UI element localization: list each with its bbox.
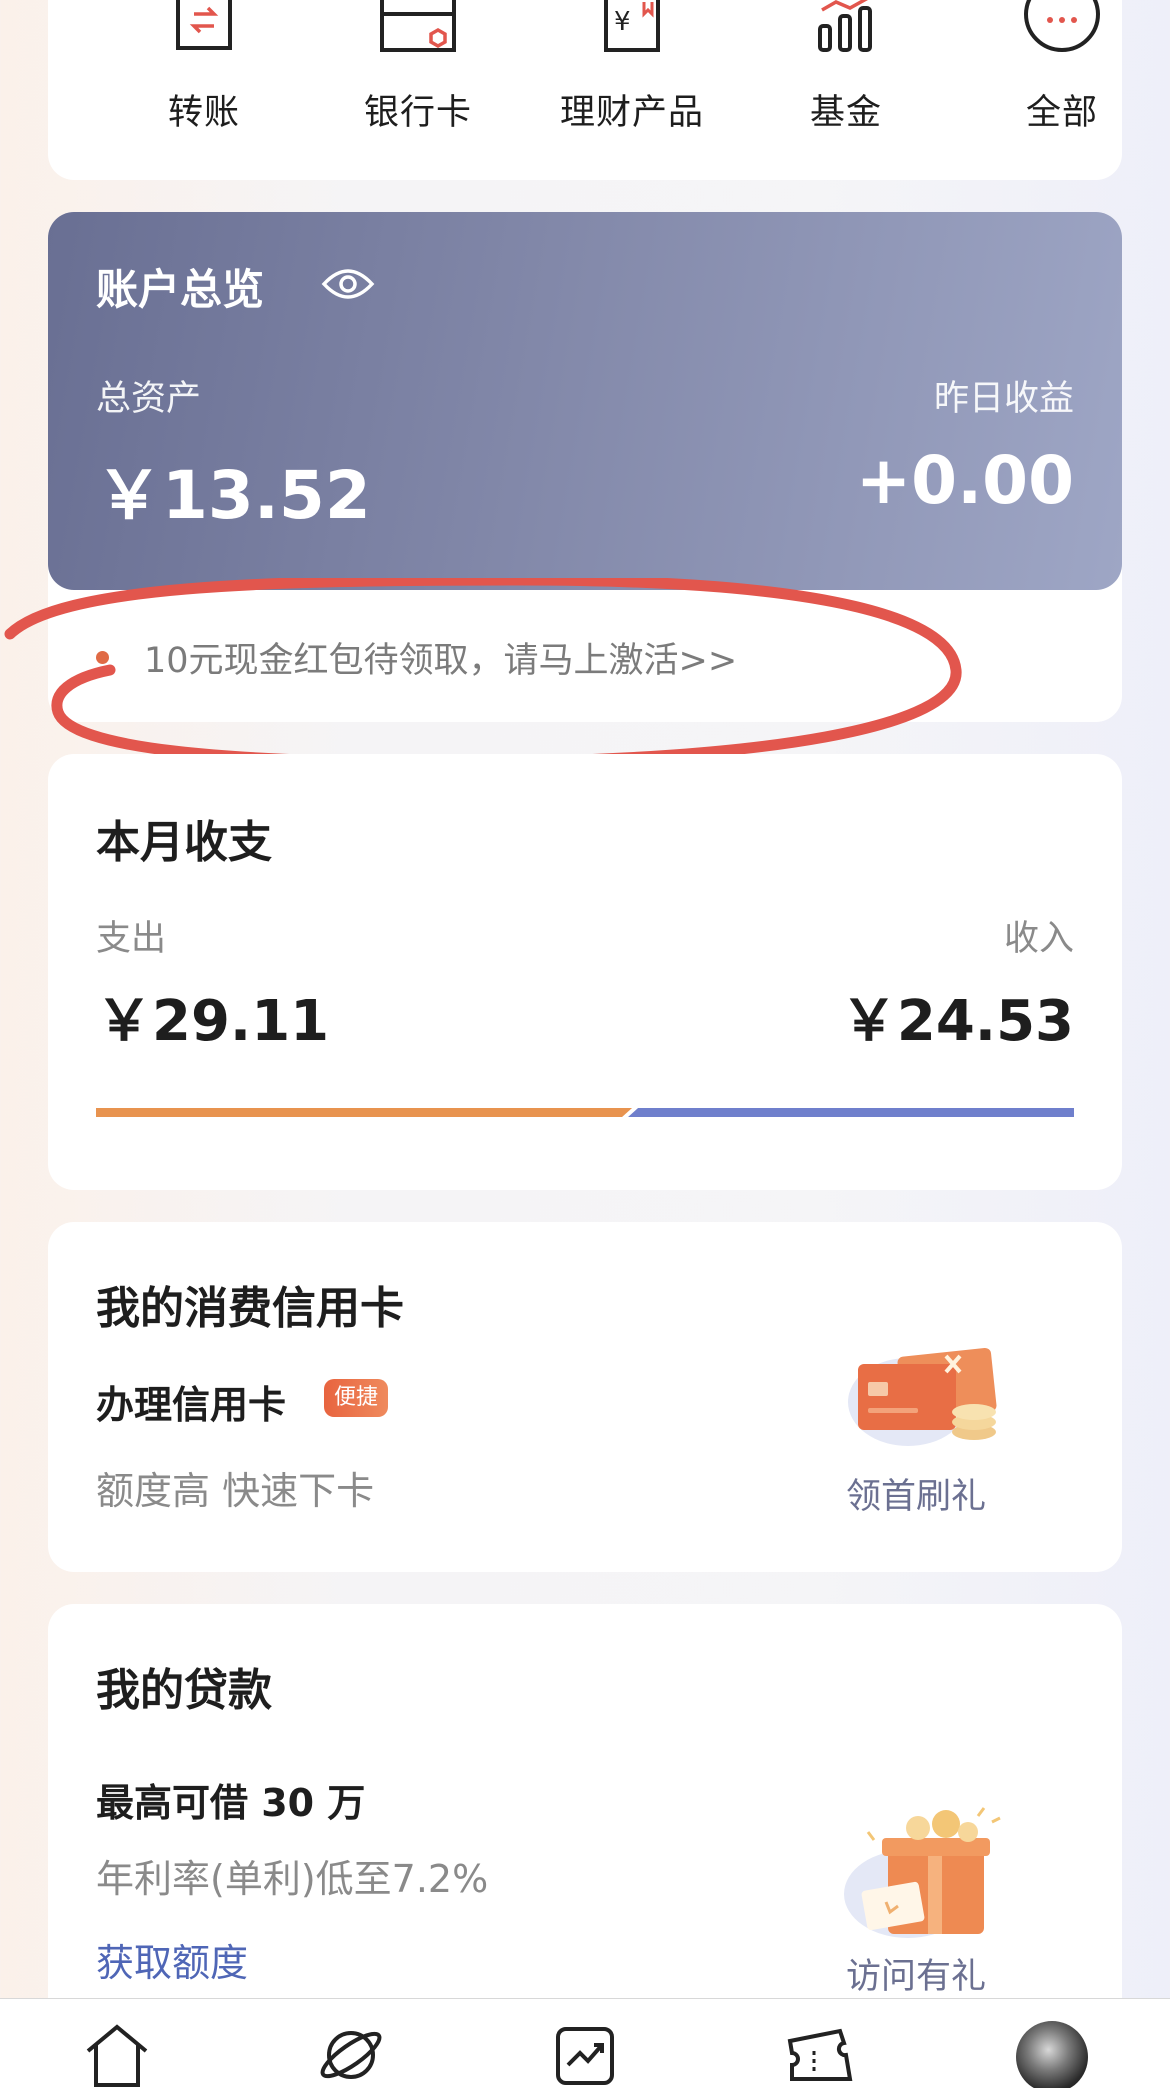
income-value: ￥24.53 [840,989,1074,1054]
home-icon[interactable] [82,2021,152,2087]
planet-icon[interactable] [316,2021,386,2087]
loan-rate: 年利率(单利)低至7.2% [96,1857,489,1901]
ticket-icon[interactable] [784,2021,854,2087]
total-assets-label: 总资产 [96,379,202,419]
svg-text:¥: ¥ [614,7,631,37]
quick-menu-all[interactable]: 全部 [982,0,1142,140]
monthly-summary-card[interactable]: 本月收支 支出 收入 ￥29.11 ￥24.53 [48,754,1122,1190]
max-loan-amount: 最高可借 30 万 [96,1781,366,1825]
more-icon [1024,0,1100,52]
loan-title: 我的贷款 [96,1665,272,1716]
bank-card-icon [380,0,456,52]
credit-card-title: 我的消费信用卡 [96,1283,404,1334]
quick-menu-wealth[interactable]: ¥ 理财产品 [552,0,712,140]
credit-card-section[interactable]: 我的消费信用卡 办理信用卡 便捷 额度高 快速下卡 领首刷礼 [48,1222,1122,1572]
quick-menu-bank-card[interactable]: 银行卡 [338,0,498,140]
eye-icon[interactable] [320,264,376,304]
bottom-navigation-bar [0,1998,1170,2088]
expense-value: ￥29.11 [96,989,330,1054]
convenient-badge: 便捷 [324,1379,389,1417]
cash-bonus-promo-link[interactable]: 10元现金红包待领取，请马上激活>> [144,632,737,683]
loan-section[interactable]: 我的贷款 最高可借 30 万 年利率(单利)低至7.2% 获取额度 访问有礼 [48,1604,1122,2024]
credit-card-description: 额度高 快速下卡 [96,1469,375,1513]
income-label: 收入 [1003,919,1074,959]
quick-menu-fund[interactable]: 基金 [766,0,926,140]
get-credit-limit-link[interactable]: 获取额度 [96,1932,248,1987]
monthly-title: 本月收支 [96,817,272,868]
account-overview-panel[interactable]: 账户总览 总资产 ￥13.52 昨日收益 +0.00 [48,212,1122,590]
wealth-product-icon: ¥ [604,0,660,52]
expense-label: 支出 [96,919,167,959]
quick-menu-transfer[interactable]: 转账 [124,0,284,140]
trend-chart-icon[interactable] [550,2021,620,2087]
visit-gift-label[interactable]: 访问有礼 [846,1948,986,1999]
yesterday-income-value: +0.00 [855,442,1074,519]
overview-title: 账户总览 [96,265,265,314]
yesterday-income-label: 昨日收益 [933,379,1074,419]
gift-box-icon[interactable] [828,1802,1028,1952]
apply-credit-card-label[interactable]: 办理信用卡 [96,1374,286,1429]
quick-menu-card: 转账 银行卡 ¥ 理财产品 基金 全部 [48,0,1122,180]
expense-bar-segment [96,1108,633,1117]
avatar[interactable] [1016,2021,1088,2088]
transfer-icon [176,0,232,50]
total-assets-value: ￥13.52 [96,457,371,534]
expense-income-ratio-bar [96,1108,1074,1117]
credit-card-gift-icon[interactable] [838,1332,1018,1472]
first-swipe-gift-label[interactable]: 领首刷礼 [846,1468,986,1519]
promo-dot [96,651,109,664]
fund-chart-icon [818,0,872,52]
income-bar-segment [628,1108,1074,1117]
